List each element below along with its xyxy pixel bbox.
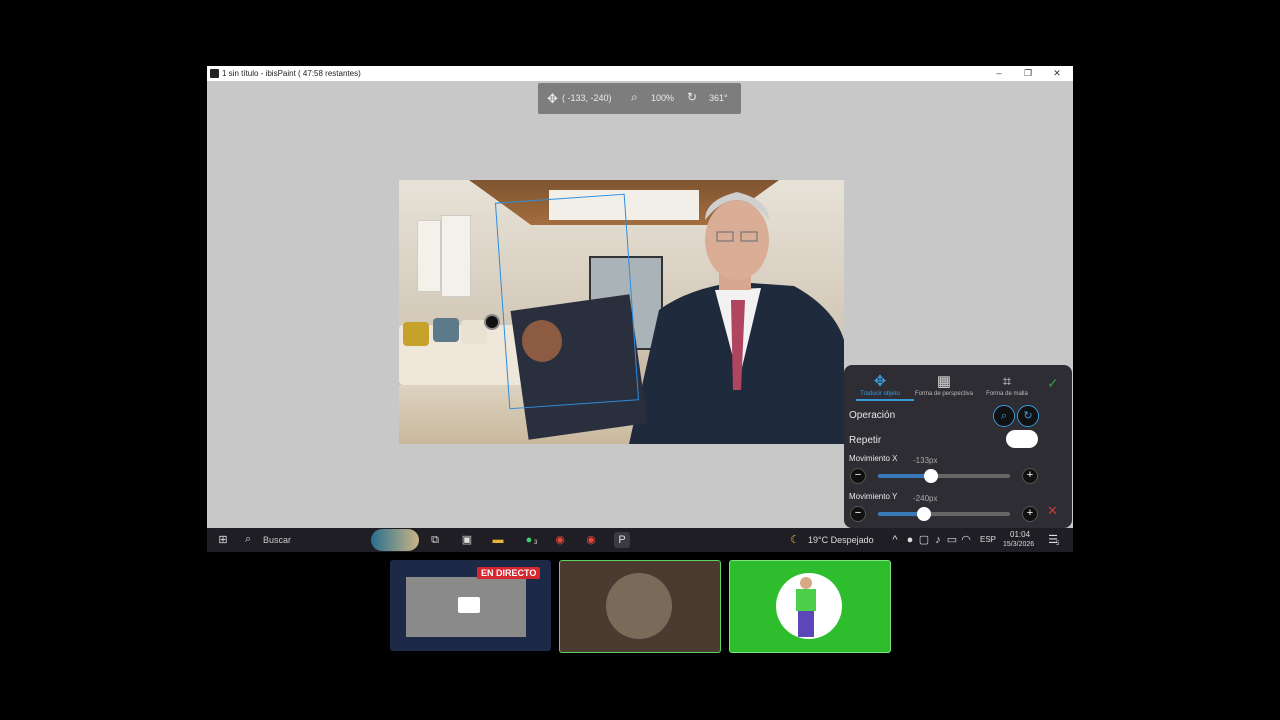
confirm-check-icon[interactable]: ✓: [1047, 375, 1059, 392]
chrome-icon[interactable]: ◉: [552, 532, 568, 548]
pillow-white: [461, 320, 487, 344]
close-button[interactable]: ✕: [1042, 66, 1072, 81]
move-y-value: -240px: [913, 494, 938, 503]
chrome-icon-2[interactable]: ◉: [583, 532, 599, 548]
tab-translate-label: Traducir objeto: [860, 391, 900, 397]
screen-share-icon: [458, 597, 480, 613]
tab-perspective[interactable]: ▦ Forma de perspectiva: [912, 373, 976, 397]
weather-moon-icon: ☾: [790, 534, 800, 546]
screen-share-tile[interactable]: EN DIRECTO: [390, 560, 551, 651]
move-arrows-icon: ✥: [873, 373, 887, 390]
operation-label: Operación: [849, 410, 896, 421]
file-explorer-icon[interactable]: ▬: [490, 532, 506, 548]
repeat-label: Repetir: [849, 435, 882, 446]
participant-tile-1[interactable]: [559, 560, 721, 653]
perspective-grid-icon: ▦: [936, 373, 952, 390]
mesh-icon: ⌗: [1002, 373, 1012, 390]
transform-toolbar: ✥ ( -133, -240) ⌕ 100% ↻ 361°: [538, 83, 741, 114]
avatar-shirt: [796, 589, 816, 611]
pillow-yellow: [403, 322, 429, 346]
move-y-slider[interactable]: [878, 507, 1010, 521]
weather-text: 19°C Despejado: [808, 535, 874, 545]
participant-avatar-2: [776, 573, 842, 639]
wall-frame-left: [441, 215, 471, 297]
move-x-slider[interactable]: [878, 469, 1010, 483]
move-x-minus-button[interactable]: −: [850, 468, 866, 484]
zoom-operation-button[interactable]: ⌕: [993, 405, 1015, 427]
tray-chevron-icon[interactable]: ^: [887, 532, 903, 548]
move-x-label: Movimiento X: [849, 454, 898, 463]
move-y-minus-button[interactable]: −: [850, 506, 866, 522]
zoom-icon[interactable]: ⌕: [631, 90, 638, 105]
avatar-head: [800, 577, 812, 589]
tab-mesh-label: Forma de malla: [986, 391, 1028, 397]
wall-frame-small: [417, 220, 441, 292]
pillow-blue: [433, 318, 459, 342]
tab-translate[interactable]: ✥ Traducir objeto: [848, 373, 912, 397]
repeat-toggle[interactable]: [1006, 430, 1038, 448]
wifi-icon[interactable]: ◠: [958, 532, 974, 548]
coords-readout: ( -133, -240): [562, 93, 612, 103]
move-y-plus-button[interactable]: +: [1022, 506, 1038, 522]
move-y-slider-knob[interactable]: [917, 507, 931, 521]
rotate-icon[interactable]: ↻: [687, 90, 697, 104]
move-x-value: -133px: [913, 456, 938, 465]
move-x-plus-button[interactable]: +: [1022, 468, 1038, 484]
rotate-operation-button[interactable]: ↻: [1017, 405, 1039, 427]
search-placeholder: Buscar: [263, 535, 292, 545]
transform-handle[interactable]: [484, 314, 500, 330]
search-icon: ⌕: [245, 533, 252, 545]
avatar-pants: [798, 611, 814, 637]
clock-time: 01:04: [1010, 530, 1031, 539]
cancel-x-icon[interactable]: ✕: [1047, 503, 1058, 519]
ibispaint-app-icon: [210, 69, 219, 78]
widgets-thumbnail[interactable]: [371, 529, 419, 551]
canvas-image[interactable]: [399, 180, 844, 444]
transform-panel: ✥ Traducir objeto ▦ Forma de perspectiva…: [844, 365, 1072, 528]
move-x-slider-knob[interactable]: [924, 469, 938, 483]
whatsapp-badge: 3: [534, 540, 538, 546]
store-icon[interactable]: ▣: [459, 532, 475, 548]
taskbar: ⊞ ⌕ Buscar ⧉ ▣ ▬ ● 3 ◉ ◉ P ☾ 19°C Despej…: [207, 528, 1073, 552]
window-title: 1 sin título - ibisPaint ( 47:58 restant…: [222, 69, 361, 78]
zoom-readout: 100%: [651, 93, 675, 103]
windows-start-icon[interactable]: ⊞: [215, 532, 231, 548]
move-y-label: Movimiento Y: [849, 492, 898, 501]
task-view-icon[interactable]: ⧉: [427, 532, 443, 548]
clock-date: 15/3/2026: [1003, 541, 1035, 548]
minimize-button[interactable]: –: [984, 66, 1014, 81]
active-tab-indicator: [856, 399, 914, 401]
maximize-button[interactable]: ❐: [1013, 66, 1043, 81]
tab-perspective-label: Forma de perspectiva: [914, 391, 974, 397]
participant-avatar-1: [606, 573, 672, 639]
transform-selection-box[interactable]: [494, 193, 640, 410]
language-indicator[interactable]: ESP: [980, 535, 996, 544]
participant-tile-2[interactable]: [729, 560, 891, 653]
rotation-readout: 361°: [709, 93, 728, 103]
notifications-badge: 5: [1056, 541, 1060, 547]
person-right: [629, 192, 844, 444]
tab-mesh[interactable]: ⌗ Forma de malla: [975, 373, 1039, 397]
live-badge: EN DIRECTO: [477, 567, 541, 579]
move-icon[interactable]: ✥: [547, 91, 558, 107]
ibispaint-taskbar-icon[interactable]: P: [614, 532, 630, 548]
title-bar: 1 sin título - ibisPaint ( 47:58 restant…: [207, 66, 1073, 81]
